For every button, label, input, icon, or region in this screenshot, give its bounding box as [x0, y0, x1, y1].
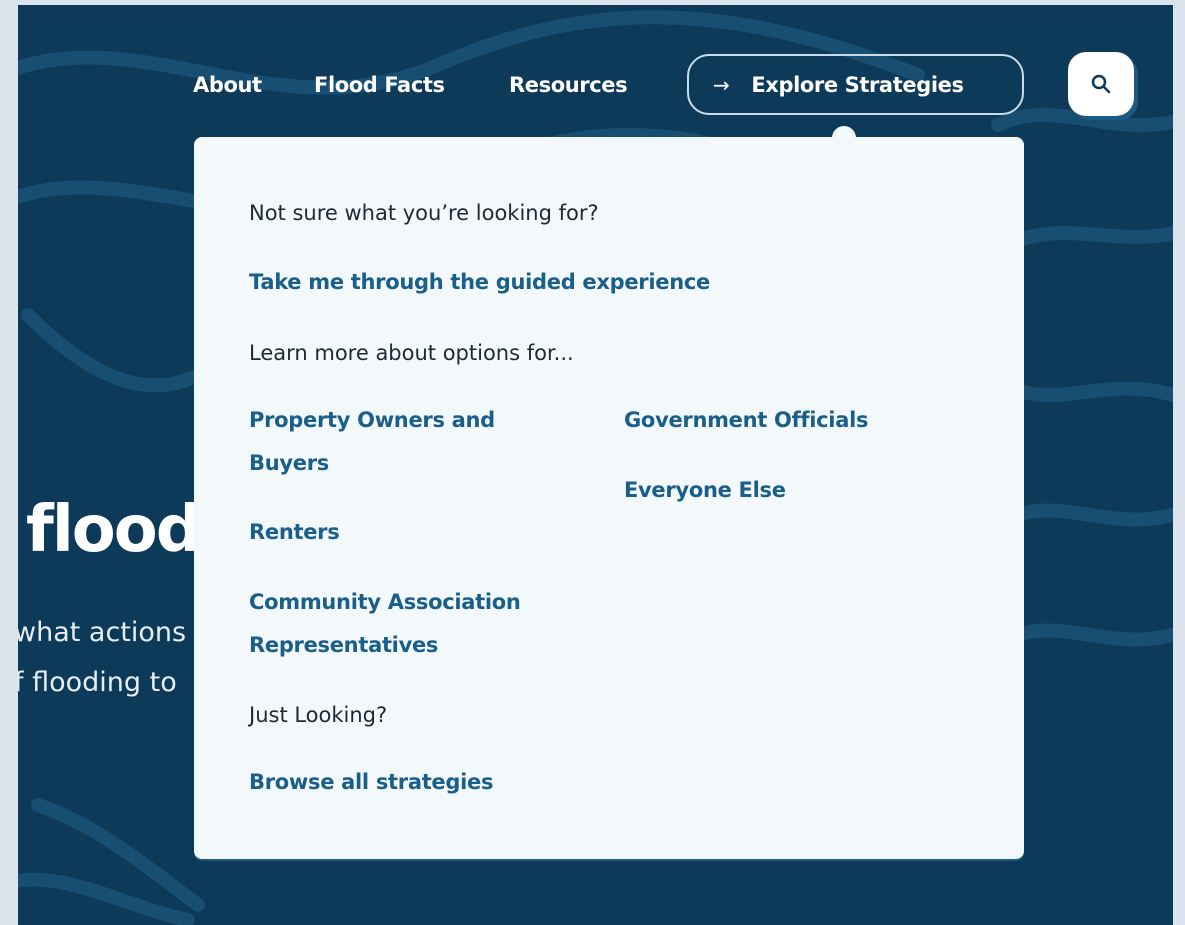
explore-strategies-label: Explore Strategies: [751, 72, 964, 97]
just-looking-text: Just Looking?: [249, 703, 388, 727]
nav-resources[interactable]: Resources: [509, 65, 628, 105]
options-heading: Learn more about options for...: [249, 341, 574, 365]
hero-title: flood: [26, 493, 202, 567]
dropdown-intro-text: Not sure what you’re looking for?: [249, 201, 599, 225]
hero-subtitle-line-2: f flooding to: [18, 667, 177, 698]
explore-strategies-dropdown: Not sure what you’re looking for? Take m…: [194, 126, 1024, 859]
guided-experience-link[interactable]: Take me through the guided experience: [249, 261, 710, 304]
dropdown-notch: [832, 126, 856, 150]
search-button[interactable]: [1068, 52, 1134, 116]
nav-about[interactable]: About: [193, 65, 262, 105]
audience-link-government[interactable]: Government Officials: [624, 399, 868, 442]
page-background: About Flood Facts Resources → Explore St…: [18, 5, 1173, 925]
explore-strategies-button[interactable]: → Explore Strategies: [687, 54, 1024, 115]
browse-all-strategies-link[interactable]: Browse all strategies: [249, 761, 493, 804]
arrow-right-icon: →: [713, 72, 730, 97]
hero-subtitle-line-1: what actions: [18, 617, 187, 648]
audience-link-everyone-else[interactable]: Everyone Else: [624, 469, 786, 512]
audience-link-community-reps[interactable]: Community Association Representatives: [249, 581, 579, 667]
audience-link-property-owners[interactable]: Property Owners and Buyers: [249, 399, 569, 485]
nav-flood-facts[interactable]: Flood Facts: [314, 65, 445, 105]
audience-link-renters[interactable]: Renters: [249, 511, 340, 554]
search-icon: [1091, 74, 1111, 94]
